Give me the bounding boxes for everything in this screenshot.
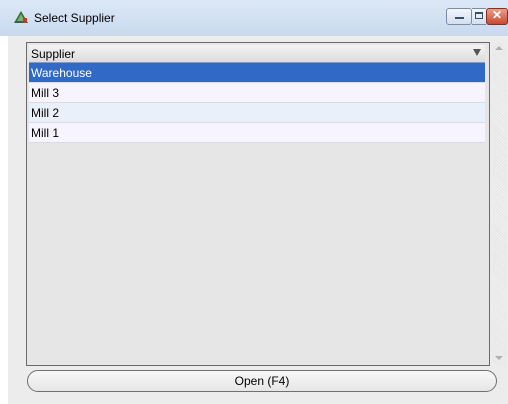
grid-header-supplier[interactable]: Supplier [29,45,485,63]
maximize-button[interactable] [472,8,486,25]
scroll-up-icon[interactable] [495,46,503,50]
supplier-grid[interactable]: Supplier Warehouse Mill 3 Mill 2 Mill 1 [26,42,490,366]
minimize-button[interactable] [446,8,472,25]
table-row[interactable]: Mill 3 [29,83,485,103]
chevron-down-icon[interactable] [473,49,481,56]
app-icon [14,11,28,23]
window-title: Select Supplier [34,11,115,25]
maximize-icon [475,12,483,19]
row-label: Mill 2 [31,106,60,120]
table-row[interactable]: Mill 2 [29,103,485,123]
column-header-label: Supplier [31,47,76,61]
open-button[interactable]: Open (F4) [27,370,497,392]
close-icon: ✕ [491,8,503,22]
close-button[interactable]: ✕ [486,8,508,25]
window-left-edge [0,36,8,404]
table-row[interactable]: Warehouse [29,63,485,83]
row-label: Mill 1 [31,126,60,140]
row-label: Mill 3 [31,86,60,100]
dialog-body: Supplier Warehouse Mill 3 Mill 2 Mill 1 … [8,36,508,404]
scroll-down-icon[interactable] [495,356,503,360]
select-supplier-window: Select Supplier ✕ Supplier Warehouse Mil… [0,0,508,404]
table-row[interactable]: Mill 1 [29,123,485,143]
minimize-icon [455,17,464,19]
row-label: Warehouse [31,66,92,80]
title-bar[interactable]: Select Supplier ✕ [0,0,508,36]
vertical-scrollbar[interactable] [492,42,506,366]
